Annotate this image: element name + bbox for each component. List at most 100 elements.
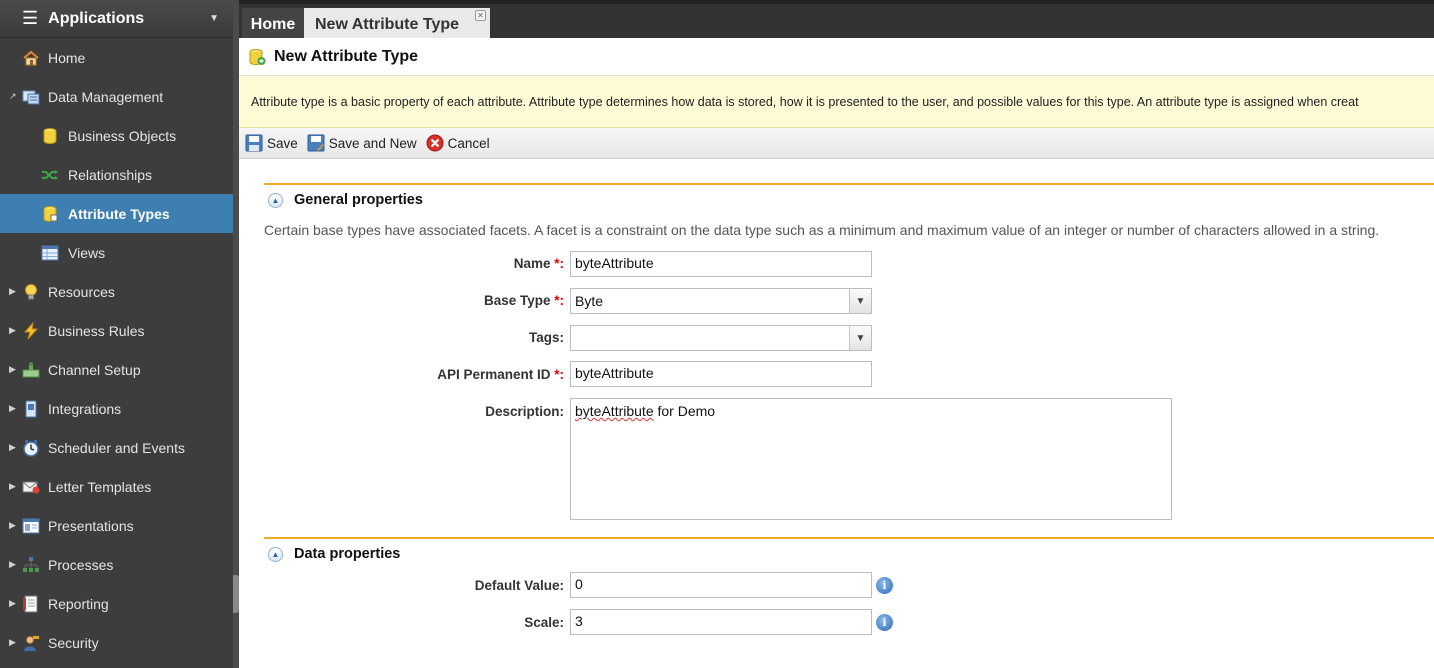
facet-note: Certain base types have associated facet… xyxy=(264,222,1380,238)
spellcheck-word: byteAttribute xyxy=(575,403,654,419)
save-and-new-button[interactable]: Save and New xyxy=(307,134,417,152)
floppy-disk-icon xyxy=(245,134,263,152)
collapsed-arrow-icon[interactable]: ▶ xyxy=(9,286,16,297)
sidebar-item-business-objects[interactable]: Business Objects xyxy=(0,116,233,155)
default-value-input[interactable]: 0 xyxy=(570,572,872,598)
info-icon[interactable]: i xyxy=(876,577,893,594)
data-properties-header[interactable]: ▲ Data properties xyxy=(264,539,1434,569)
section-title: Data properties xyxy=(294,546,401,562)
database-icon xyxy=(41,127,59,145)
page-title: New Attribute Type xyxy=(274,47,419,65)
collapsed-arrow-icon[interactable]: ▶ xyxy=(9,442,16,453)
sidebar-item-resources[interactable]: ▶ Resources xyxy=(0,272,233,311)
chevron-down-icon[interactable]: ▼ xyxy=(849,326,871,350)
user-icon xyxy=(22,634,40,652)
chevron-down-icon: ▼ xyxy=(209,13,219,24)
sidebar-item-label: Scheduler and Events xyxy=(48,439,185,456)
sidebar-item-label: Relationships xyxy=(68,166,153,183)
sidebar-item-attribute-types[interactable]: Attribute Types xyxy=(0,194,233,233)
collapsed-arrow-icon[interactable]: ▶ xyxy=(9,364,16,375)
sidebar-item-label: Business Rules xyxy=(48,322,145,339)
base-type-label: Base Type *: xyxy=(483,293,564,308)
required-marker: *: xyxy=(554,256,564,271)
sidebar-item-relationships[interactable]: Relationships xyxy=(0,155,233,194)
shuffle-icon xyxy=(41,166,59,184)
sidebar-item-integrations[interactable]: ▶ Integrations xyxy=(0,389,233,428)
base-type-value: Byte xyxy=(575,293,604,309)
sidebar-item-security[interactable]: ▶ Security xyxy=(0,623,233,662)
scale-label: Scale: xyxy=(524,615,564,630)
api-permanent-id-input[interactable]: byteAttribute xyxy=(570,361,872,387)
cancel-button[interactable]: Cancel xyxy=(426,134,490,152)
save-button[interactable]: Save xyxy=(245,134,298,152)
sidebar-item-presentations[interactable]: ▶ Presentations xyxy=(0,506,233,545)
description-label: Description: xyxy=(485,404,564,419)
default-value-label: Default Value: xyxy=(474,578,564,593)
tab-home[interactable]: Home xyxy=(242,8,304,42)
sidebar-item-letter-templates[interactable]: ▶ Letter Templates xyxy=(0,467,233,506)
database-edit-icon xyxy=(41,205,59,223)
description-text: for Demo xyxy=(653,403,716,419)
collapse-toggle-icon[interactable]: ▲ xyxy=(268,192,283,208)
tags-select[interactable]: ▼ xyxy=(570,325,872,351)
tab-new-attribute-type[interactable]: New Attribute Type ✕ xyxy=(304,8,490,42)
tab-label: New Attribute Type xyxy=(315,16,460,33)
sidebar-item-data-management[interactable]: ↗ Data Management xyxy=(0,77,233,116)
collapsed-arrow-icon[interactable]: ▶ xyxy=(9,481,16,492)
applications-title: Applications xyxy=(48,9,145,27)
save-and-new-label: Save and New xyxy=(328,135,417,151)
sidebar-item-business-rules[interactable]: ▶ Business Rules xyxy=(0,311,233,350)
collapsed-arrow-icon[interactable]: ▶ xyxy=(9,598,16,609)
description-textarea[interactable]: byteAttribute for Demo xyxy=(570,398,1172,520)
api-permanent-id-label: API Permanent ID *: xyxy=(437,367,564,382)
sidebar-item-home[interactable]: Home xyxy=(0,38,233,77)
sidebar-item-channel-setup[interactable]: ▶ Channel Setup xyxy=(0,350,233,389)
name-input[interactable]: byteAttribute xyxy=(570,251,872,277)
required-marker: *: xyxy=(554,293,564,308)
menu-icon: ☰ xyxy=(22,8,39,28)
sidebar-item-label: Channel Setup xyxy=(48,361,141,378)
close-icon[interactable]: ✕ xyxy=(475,10,486,21)
sidebar-item-label: Security xyxy=(48,634,99,651)
data-properties-section: ▲ Data properties xyxy=(264,537,1434,569)
name-label: Name *: xyxy=(513,256,564,271)
expanded-arrow-icon[interactable]: ↗ xyxy=(9,91,17,102)
sidebar-item-label: Resources xyxy=(48,283,115,300)
collapsed-arrow-icon[interactable]: ▶ xyxy=(9,403,16,414)
sidebar-item-label: Processes xyxy=(48,556,114,573)
collapsed-arrow-icon[interactable]: ▶ xyxy=(9,520,16,531)
save-label: Save xyxy=(267,135,298,151)
sidebar-item-processes[interactable]: ▶ Processes xyxy=(0,545,233,584)
sidebar-item-label: Data Management xyxy=(48,88,164,105)
collapsed-arrow-icon[interactable]: ▶ xyxy=(9,325,16,336)
sidebar-item-label: Views xyxy=(68,244,106,261)
main-content: New Attribute Type Attribute type is a b… xyxy=(239,38,1434,668)
sidebar-item-reporting[interactable]: ▶ Reporting xyxy=(0,584,233,623)
chevron-down-icon[interactable]: ▼ xyxy=(849,289,871,313)
presentation-icon xyxy=(22,517,40,535)
collapsed-arrow-icon[interactable]: ▶ xyxy=(9,559,16,570)
sidebar-item-views[interactable]: Views xyxy=(0,233,233,272)
sidebar-item-label: Home xyxy=(48,49,86,66)
general-properties-header[interactable]: ▲ General properties xyxy=(264,185,1434,215)
required-marker: *: xyxy=(554,367,564,382)
tags-label: Tags: xyxy=(528,330,564,345)
tab-bar: Home New Attribute Type ✕ xyxy=(239,0,1434,42)
sidebar-item-scheduler-and-events[interactable]: ▶ Scheduler and Events xyxy=(0,428,233,467)
house-icon xyxy=(22,49,40,67)
letter-icon xyxy=(22,478,40,496)
info-banner: Attribute type is a basic property of ea… xyxy=(239,76,1434,128)
nav-tree: Home ↗ Data Management Business Objects … xyxy=(0,38,233,662)
cancel-icon xyxy=(426,134,444,152)
collapsed-arrow-icon[interactable]: ▶ xyxy=(9,637,16,648)
collapse-toggle-icon[interactable]: ▲ xyxy=(268,546,283,562)
base-type-select[interactable]: Byte ▼ xyxy=(570,288,872,314)
scale-input[interactable]: 3 xyxy=(570,609,872,635)
channel-icon xyxy=(22,361,40,379)
data-management-icon xyxy=(22,88,40,106)
info-icon[interactable]: i xyxy=(876,614,893,631)
clock-icon xyxy=(22,439,40,457)
sidebar-item-label: Integrations xyxy=(48,400,122,417)
applications-header[interactable]: ☰ Applications ▼ xyxy=(0,0,233,38)
sidebar-item-label: Attribute Types xyxy=(68,205,170,222)
